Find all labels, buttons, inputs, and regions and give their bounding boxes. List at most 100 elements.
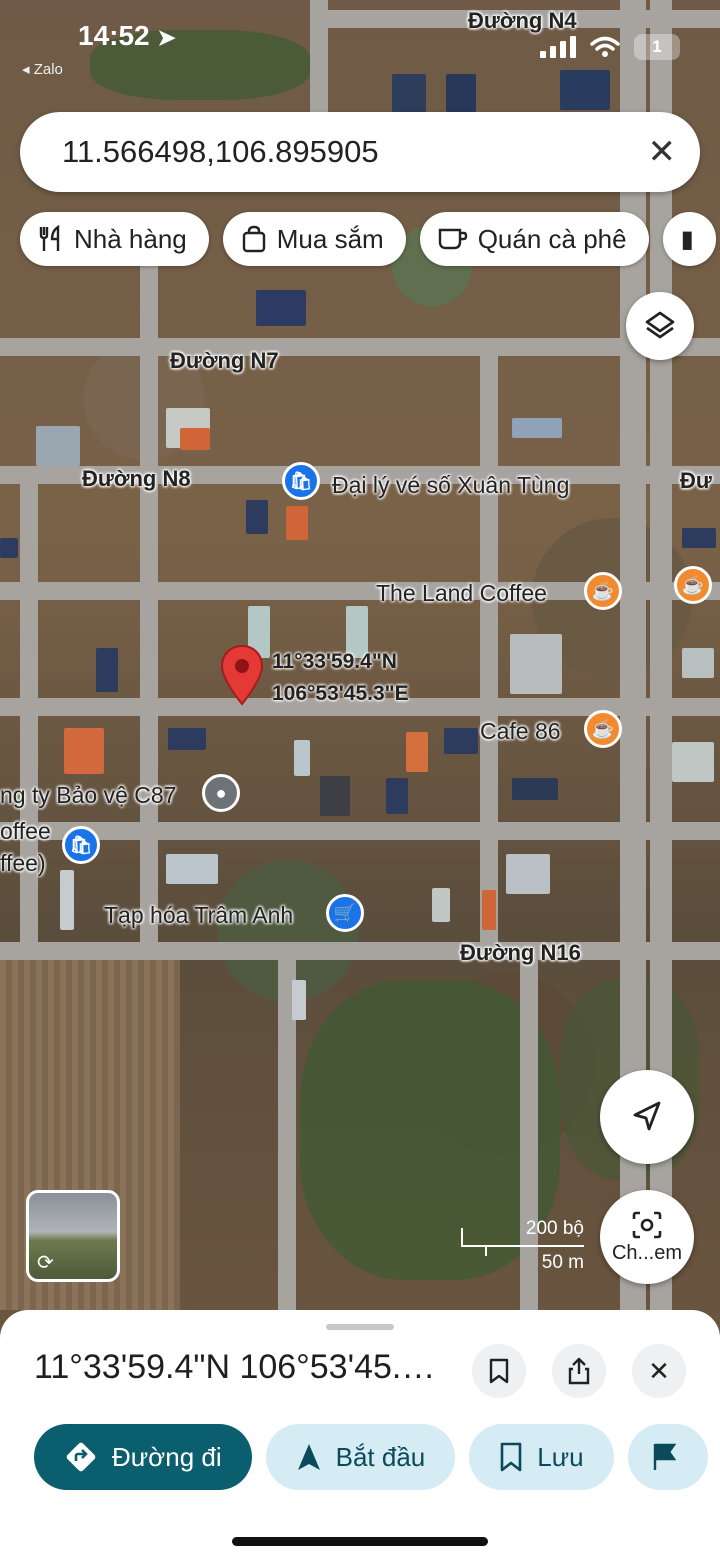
coffee-cup-icon[interactable]: ☕: [674, 566, 712, 604]
save-button[interactable]: Lưu: [469, 1424, 614, 1490]
map-scale: 200 bộ 50 m: [460, 1218, 590, 1278]
directions-label: Đường đi: [112, 1441, 222, 1472]
share-icon: [568, 1357, 590, 1385]
building: [446, 74, 476, 112]
road: [0, 942, 720, 960]
building: [672, 742, 714, 782]
location-pin-icon[interactable]: [220, 644, 264, 706]
poi-label-cafe86[interactable]: Cafe 86: [480, 718, 561, 745]
place-dot-icon[interactable]: ●: [202, 774, 240, 812]
hotel-icon: ▮: [680, 225, 694, 253]
directions-icon: [66, 1442, 96, 1472]
my-location-button[interactable]: [600, 1070, 694, 1164]
building: [36, 426, 80, 466]
chip-restaurants[interactable]: Nhà hàng: [20, 212, 209, 266]
fork-knife-icon: [39, 225, 60, 251]
building: [482, 890, 496, 930]
street-label-n7: Đường N7: [170, 348, 279, 373]
road: [480, 340, 498, 960]
back-to-app-link[interactable]: ◂ Zalo: [22, 60, 63, 78]
chip-shopping[interactable]: Mua sắm: [222, 212, 406, 266]
building: [256, 290, 306, 326]
street-label-n8-right: Đư: [680, 468, 712, 493]
signal-icon: [540, 36, 576, 58]
shopping-bag-icon[interactable]: 🛍: [62, 826, 100, 864]
building: [286, 506, 308, 540]
street-label-n8: Đường N8: [82, 466, 191, 491]
building: [560, 70, 610, 110]
search-input[interactable]: [62, 134, 648, 170]
road: [310, 0, 328, 120]
street-label-n16: Đường N16: [460, 940, 581, 965]
chip-coffee[interactable]: Quán cà phê: [419, 212, 649, 266]
start-label: Bắt đầu: [335, 1441, 426, 1472]
rotate-360-icon: ⟳: [37, 1252, 54, 1274]
navigation-arrow-icon: [297, 1444, 320, 1470]
search-bar[interactable]: ✕: [20, 112, 700, 192]
pin-longitude-label: 106°53'45.3"E: [272, 682, 409, 705]
directions-button[interactable]: Đường đi: [34, 1424, 252, 1490]
building: [386, 778, 408, 814]
street-view-thumbnail[interactable]: ⟳: [26, 1190, 120, 1282]
chip-label: Quán cà phê: [477, 223, 627, 254]
save-label: Lưu: [537, 1441, 584, 1472]
sheet-grabber[interactable]: [326, 1324, 394, 1330]
bookmark-icon: [489, 1358, 509, 1384]
close-sheet-button[interactable]: ✕: [632, 1344, 686, 1398]
building: [96, 648, 118, 692]
start-button[interactable]: Bắt đầu: [265, 1424, 456, 1490]
share-button[interactable]: [552, 1344, 606, 1398]
road: [0, 338, 720, 356]
flag-icon: [653, 1443, 676, 1470]
status-icons: 1: [540, 34, 680, 60]
bookmark-icon: [500, 1442, 522, 1472]
poi-label-land-coffee[interactable]: The Land Coffee: [376, 580, 547, 607]
road: [140, 260, 158, 960]
road: [20, 470, 38, 950]
coffee-cup-icon[interactable]: ☕: [584, 710, 622, 748]
place-bottom-sheet: 11°33'59.4"N 106°53'45.3"E ✕ Đường đi Bắ…: [0, 1310, 720, 1561]
shopping-cart-icon[interactable]: 🛒: [326, 894, 364, 932]
category-chips: Nhà hàng Mua sắm Quán cà phê ▮: [20, 212, 720, 266]
clear-search-button[interactable]: ✕: [648, 132, 677, 172]
layers-button[interactable]: [626, 292, 694, 360]
camera-icon: [632, 1211, 662, 1238]
building: [166, 854, 218, 884]
chip-label: Mua sắm: [276, 223, 384, 254]
poi-label-bao-ve[interactable]: ng ty Bảo vệ C87: [0, 782, 176, 809]
camera-search-button[interactable]: Ch...em: [600, 1190, 694, 1284]
home-indicator: [232, 1537, 488, 1546]
save-icon-button[interactable]: [472, 1344, 526, 1398]
building: [392, 74, 426, 112]
poi-label-ffee[interactable]: ffee): [0, 850, 46, 877]
building: [506, 854, 550, 894]
building: [168, 728, 206, 750]
poi-label-offee[interactable]: offee: [0, 818, 51, 845]
location-arrow-icon: ➤: [157, 25, 176, 50]
pin-latitude-label: 11°33'59.4"N: [272, 650, 397, 673]
chip-more[interactable]: ▮: [662, 212, 716, 266]
poi-label-lottery[interactable]: Đại lý vé số Xuân Tùng: [332, 472, 569, 499]
building: [682, 648, 714, 678]
building: [292, 980, 306, 1020]
navigation-arrow-icon: [633, 1101, 661, 1131]
building: [60, 870, 74, 930]
coffee-cup-icon[interactable]: ☕: [584, 572, 622, 610]
more-actions-button[interactable]: [627, 1424, 708, 1490]
building: [64, 728, 104, 774]
poi-label-tap-hoa[interactable]: Tạp hóa Trâm Anh: [104, 902, 293, 929]
building: [432, 888, 450, 922]
building: [682, 528, 716, 548]
building: [510, 634, 562, 694]
shopping-bag-icon[interactable]: 🛍: [282, 462, 320, 500]
building: [444, 728, 478, 754]
building: [246, 500, 268, 534]
building: [406, 732, 428, 772]
building: [180, 428, 210, 450]
building: [512, 778, 558, 800]
coffee-cup-icon: [438, 228, 467, 250]
building: [294, 740, 310, 776]
scale-feet: 200 bộ: [525, 1218, 584, 1239]
status-time: 14:52 ➤: [78, 20, 176, 52]
wifi-icon: [590, 36, 620, 57]
